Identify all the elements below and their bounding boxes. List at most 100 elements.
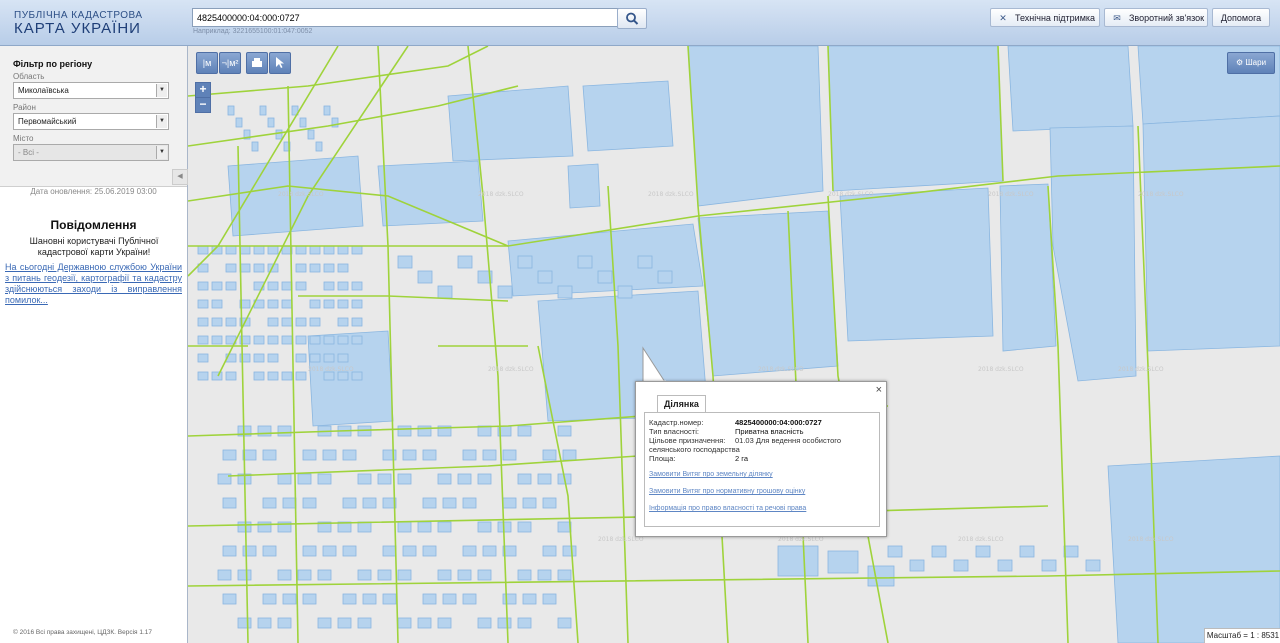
parcel[interactable] xyxy=(309,299,321,309)
parcel[interactable] xyxy=(657,270,673,284)
parcel[interactable] xyxy=(342,593,357,605)
parcel[interactable] xyxy=(225,263,237,273)
parcel[interactable] xyxy=(217,569,232,581)
parcel[interactable] xyxy=(437,617,452,629)
search-button[interactable] xyxy=(617,8,647,29)
parcel[interactable] xyxy=(211,317,223,327)
parcel[interactable] xyxy=(1085,559,1101,572)
parcel[interactable] xyxy=(557,425,572,437)
measure-area-button[interactable]: ¬|м² xyxy=(219,52,241,74)
parcel[interactable] xyxy=(975,545,991,558)
parcel[interactable] xyxy=(462,545,477,557)
parcel[interactable] xyxy=(542,497,557,509)
parcel[interactable] xyxy=(502,497,517,509)
parcel[interactable] xyxy=(323,335,335,345)
parcel[interactable] xyxy=(197,335,209,345)
parcel[interactable] xyxy=(211,281,223,291)
parcel[interactable] xyxy=(337,335,349,345)
parcel[interactable] xyxy=(482,545,497,557)
parcel[interactable] xyxy=(502,593,517,605)
parcel[interactable] xyxy=(557,285,573,299)
parcel[interactable] xyxy=(557,569,572,581)
parcel[interactable] xyxy=(295,317,307,327)
parcel[interactable] xyxy=(697,210,839,377)
parcel[interactable] xyxy=(827,550,859,574)
parcel[interactable] xyxy=(462,449,477,461)
parcel[interactable] xyxy=(295,281,307,291)
parcel[interactable] xyxy=(357,521,372,533)
parcel[interactable] xyxy=(267,371,279,381)
parcel[interactable] xyxy=(282,497,297,509)
parcel[interactable] xyxy=(567,163,601,209)
parcel[interactable] xyxy=(522,497,537,509)
parcel[interactable] xyxy=(437,569,452,581)
parcel[interactable] xyxy=(362,593,377,605)
parcel[interactable] xyxy=(211,299,223,309)
parcel[interactable] xyxy=(482,449,497,461)
parcel[interactable] xyxy=(417,521,432,533)
parcel[interactable] xyxy=(887,545,903,558)
parcel[interactable] xyxy=(323,105,331,116)
parcel[interactable] xyxy=(225,245,237,255)
collapse-sidebar-button[interactable]: ◀ xyxy=(172,169,188,185)
parcel[interactable] xyxy=(309,263,321,273)
parcel[interactable] xyxy=(239,245,251,255)
parcel[interactable] xyxy=(1107,455,1280,643)
feedback-button[interactable]: ✉ Зворотний зв'язок xyxy=(1104,8,1208,27)
parcel[interactable] xyxy=(477,569,492,581)
parcel[interactable] xyxy=(557,521,572,533)
parcel[interactable] xyxy=(277,473,292,485)
parcel[interactable] xyxy=(281,371,293,381)
parcel[interactable] xyxy=(422,449,437,461)
parcel[interactable] xyxy=(322,449,337,461)
parcel[interactable] xyxy=(909,559,925,572)
parcel[interactable] xyxy=(307,129,315,140)
parcel[interactable] xyxy=(357,473,372,485)
parcel[interactable] xyxy=(839,187,994,342)
parcel[interactable] xyxy=(397,569,412,581)
parcel[interactable] xyxy=(402,545,417,557)
parcel[interactable] xyxy=(997,559,1013,572)
parcel[interactable] xyxy=(362,497,377,509)
parcel[interactable] xyxy=(242,545,257,557)
measure-distance-button[interactable]: |м xyxy=(196,52,218,74)
map-view[interactable]: 2018 dzk.SLCO 2018 dzk.SLCO 2018 dzk.SLCO 2… xyxy=(188,46,1280,643)
parcel[interactable] xyxy=(351,335,363,345)
zoom-in-button[interactable]: + xyxy=(195,82,211,98)
parcel[interactable] xyxy=(253,263,265,273)
parcel[interactable] xyxy=(1142,115,1280,352)
parcel[interactable] xyxy=(382,593,397,605)
parcel[interactable] xyxy=(397,617,412,629)
parcel[interactable] xyxy=(557,617,572,629)
parcel[interactable] xyxy=(462,593,477,605)
parcel[interactable] xyxy=(197,299,209,309)
parcel[interactable] xyxy=(397,521,412,533)
parcel[interactable] xyxy=(437,473,452,485)
parcel[interactable] xyxy=(342,449,357,461)
parcel[interactable] xyxy=(267,317,279,327)
parcel[interactable] xyxy=(197,371,209,381)
parcel[interactable] xyxy=(225,281,237,291)
parcel[interactable] xyxy=(477,617,492,629)
parcel[interactable] xyxy=(502,449,517,461)
parcel[interactable] xyxy=(323,245,335,255)
parcel[interactable] xyxy=(999,183,1057,352)
parcel[interactable] xyxy=(281,299,293,309)
parcel[interactable] xyxy=(262,593,277,605)
city-select[interactable]: - Всі - ▼ xyxy=(13,144,169,161)
parcel[interactable] xyxy=(597,270,613,284)
parcel[interactable] xyxy=(295,245,307,255)
parcel[interactable] xyxy=(295,371,307,381)
parcel[interactable] xyxy=(295,353,307,363)
parcel[interactable] xyxy=(517,473,532,485)
parcel[interactable] xyxy=(267,335,279,345)
parcel[interactable] xyxy=(617,285,633,299)
cadastral-map[interactable]: 2018 dzk.SLCO 2018 dzk.SLCO 2018 dzk.SLCO 2… xyxy=(188,46,1280,643)
parcel[interactable] xyxy=(295,263,307,273)
parcel[interactable] xyxy=(297,569,312,581)
parcel[interactable] xyxy=(542,449,557,461)
parcel[interactable] xyxy=(562,545,577,557)
parcel[interactable] xyxy=(299,117,307,128)
parcel[interactable] xyxy=(277,425,292,437)
parcel[interactable] xyxy=(275,129,283,140)
